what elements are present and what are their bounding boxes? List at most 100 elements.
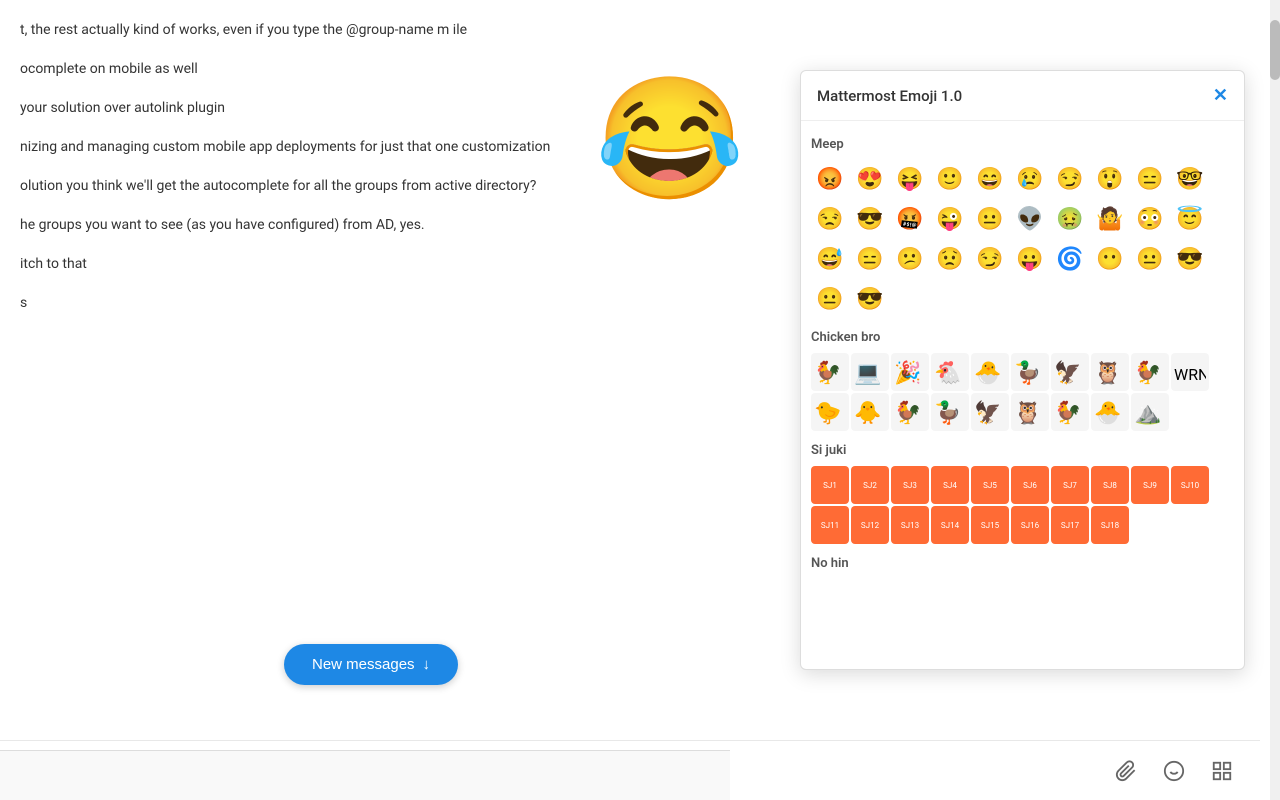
main-scrollbar[interactable] <box>1270 0 1280 800</box>
meep-emoji-6[interactable]: 😢 <box>1011 160 1049 198</box>
meep-emoji-8[interactable]: 😲 <box>1091 160 1129 198</box>
meep-emoji-32[interactable]: 😎 <box>851 280 889 318</box>
sijuki-emoji-grid: SJ1 SJ2 SJ3 SJ4 SJ5 SJ6 SJ7 SJ8 SJ9 SJ10… <box>811 466 1234 544</box>
meep-emoji-12[interactable]: 😎 <box>851 200 889 238</box>
sijuki-emoji-18[interactable]: SJ18 <box>1091 506 1129 544</box>
sijuki-emoji-9[interactable]: SJ9 <box>1131 466 1169 504</box>
sijuki-emoji-17[interactable]: SJ17 <box>1051 506 1089 544</box>
svg-text:🐣: 🐣 <box>1094 400 1121 426</box>
meep-emoji-17[interactable]: 🤢 <box>1051 200 1089 238</box>
sijuki-emoji-11[interactable]: SJ11 <box>811 506 849 544</box>
meep-emoji-4[interactable]: 🙂 <box>931 160 969 198</box>
emoji-picker-body[interactable]: Meep 😡 😍 😝 🙂 😄 😢 😏 😲 😑 🤓 😒 😎 🤬 😜 😐 👽 🤢 🤷… <box>801 121 1244 669</box>
meep-emoji-29[interactable]: 😐 <box>1131 240 1169 278</box>
meep-emoji-22[interactable]: 😑 <box>851 240 889 278</box>
chicken-emoji-2[interactable]: 💻 <box>851 353 889 391</box>
meep-emoji-7[interactable]: 😏 <box>1051 160 1089 198</box>
chicken-emoji-5[interactable]: 🐣 <box>971 353 1009 391</box>
emoji-section-sijuki-title: Si juki <box>811 443 1234 458</box>
chicken-emoji-10[interactable]: WRNG <box>1171 353 1209 391</box>
meep-emoji-11[interactable]: 😒 <box>811 200 849 238</box>
chicken-emoji-3[interactable]: 🎉 <box>891 353 929 391</box>
chicken-emoji-16[interactable]: 🦉 <box>1011 393 1049 431</box>
svg-text:💻: 💻 <box>854 361 881 386</box>
new-messages-button[interactable]: New messages ↓ <box>284 644 458 685</box>
svg-text:⛰️: ⛰️ <box>1134 401 1161 426</box>
chicken-emoji-1[interactable]: 🐓 <box>811 353 849 391</box>
meep-emoji-19[interactable]: 😳 <box>1131 200 1169 238</box>
meep-emoji-9[interactable]: 😑 <box>1131 160 1169 198</box>
sijuki-emoji-6[interactable]: SJ6 <box>1011 466 1049 504</box>
chat-message-2: ocomplete on mobile as well <box>20 59 780 80</box>
chat-message-4: nizing and managing custom mobile app de… <box>20 137 780 158</box>
meep-emoji-3[interactable]: 😝 <box>891 160 929 198</box>
chicken-emoji-7[interactable]: 🦅 <box>1051 353 1089 391</box>
chicken-emoji-13[interactable]: 🐓 <box>891 393 929 431</box>
svg-text:🎉: 🎉 <box>894 360 921 386</box>
sijuki-emoji-16[interactable]: SJ16 <box>1011 506 1049 544</box>
svg-text:🐓: 🐓 <box>894 400 921 426</box>
meep-emoji-21[interactable]: 😅 <box>811 240 849 278</box>
emoji-picker-header: Mattermost Emoji 1.0 ✕ <box>801 71 1244 121</box>
sijuki-emoji-7[interactable]: SJ7 <box>1051 466 1089 504</box>
meep-emoji-5[interactable]: 😄 <box>971 160 1009 198</box>
meep-emoji-10[interactable]: 🤓 <box>1171 160 1209 198</box>
sijuki-emoji-5[interactable]: SJ5 <box>971 466 1009 504</box>
meep-emoji-30[interactable]: 😎 <box>1171 240 1209 278</box>
meep-emoji-25[interactable]: 😏 <box>971 240 1009 278</box>
emoji-section-meep-title: Meep <box>811 137 1234 152</box>
sijuki-emoji-2[interactable]: SJ2 <box>851 466 889 504</box>
sijuki-emoji-14[interactable]: SJ14 <box>931 506 969 544</box>
meep-emoji-2[interactable]: 😍 <box>851 160 889 198</box>
chicken-emoji-6[interactable]: 🦆 <box>1011 353 1049 391</box>
meep-emoji-20[interactable]: 😇 <box>1171 200 1209 238</box>
chicken-emoji-17[interactable]: 🐓 <box>1051 393 1089 431</box>
emoji-picker-close-button[interactable]: ✕ <box>1213 85 1228 106</box>
chicken-emoji-19[interactable]: ⛰️ <box>1131 393 1169 431</box>
sijuki-emoji-8[interactable]: SJ8 <box>1091 466 1129 504</box>
meep-emoji-31[interactable]: 😐 <box>811 280 849 318</box>
meep-emoji-16[interactable]: 👽 <box>1011 200 1049 238</box>
chat-message-5: olution you think we'll get the autocomp… <box>20 176 780 197</box>
format-button[interactable] <box>1204 753 1240 789</box>
sijuki-emoji-15[interactable]: SJ15 <box>971 506 1009 544</box>
chicken-emoji-14[interactable]: 🦆 <box>931 393 969 431</box>
chicken-emoji-15[interactable]: 🦅 <box>971 393 1009 431</box>
meep-emoji-28[interactable]: 😶 <box>1091 240 1129 278</box>
sijuki-emoji-13[interactable]: SJ13 <box>891 506 929 544</box>
sijuki-emoji-1[interactable]: SJ1 <box>811 466 849 504</box>
svg-text:🦆: 🦆 <box>934 400 961 426</box>
svg-text:WRNG: WRNG <box>1174 365 1206 384</box>
chicken-emoji-8[interactable]: 🦉 <box>1091 353 1129 391</box>
meep-emoji-18[interactable]: 🤷 <box>1091 200 1129 238</box>
meep-emoji-23[interactable]: 😕 <box>891 240 929 278</box>
chicken-emoji-11[interactable]: 🐤 <box>811 393 849 431</box>
svg-text:🦉: 🦉 <box>1094 360 1121 386</box>
chicken-emoji-12[interactable]: 🐥 <box>851 393 889 431</box>
attach-button[interactable] <box>1108 753 1144 789</box>
meep-emoji-14[interactable]: 😜 <box>931 200 969 238</box>
meep-emoji-1[interactable]: 😡 <box>811 160 849 198</box>
sijuki-emoji-12[interactable]: SJ12 <box>851 506 889 544</box>
chat-message-7: itch to that <box>20 254 780 275</box>
svg-text:🦅: 🦅 <box>974 399 1001 426</box>
chat-message-1: t, the rest actually kind of works, even… <box>20 20 780 41</box>
meep-emoji-13[interactable]: 🤬 <box>891 200 929 238</box>
svg-text:🐣: 🐣 <box>974 360 1001 386</box>
meep-emoji-27[interactable]: 🌀 <box>1051 240 1089 278</box>
sijuki-emoji-10[interactable]: SJ10 <box>1171 466 1209 504</box>
svg-text:🐥: 🐥 <box>854 400 881 426</box>
meep-emoji-grid: 😡 😍 😝 🙂 😄 😢 😏 😲 😑 🤓 😒 😎 🤬 😜 😐 👽 🤢 🤷 😳 😇 … <box>811 160 1234 318</box>
emoji-picker-panel: Mattermost Emoji 1.0 ✕ Meep 😡 😍 😝 🙂 😄 😢 … <box>800 70 1245 670</box>
meep-emoji-24[interactable]: 😟 <box>931 240 969 278</box>
new-messages-label: New messages <box>312 656 415 673</box>
chicken-emoji-18[interactable]: 🐣 <box>1091 393 1129 431</box>
meep-emoji-15[interactable]: 😐 <box>971 200 1009 238</box>
sijuki-emoji-4[interactable]: SJ4 <box>931 466 969 504</box>
meep-emoji-26[interactable]: 😛 <box>1011 240 1049 278</box>
sijuki-emoji-3[interactable]: SJ3 <box>891 466 929 504</box>
chicken-emoji-4[interactable]: 🐔 <box>931 353 969 391</box>
chicken-emoji-9[interactable]: 🐓 <box>1131 353 1169 391</box>
emoji-button[interactable] <box>1156 753 1192 789</box>
main-scrollbar-thumb <box>1270 20 1280 80</box>
